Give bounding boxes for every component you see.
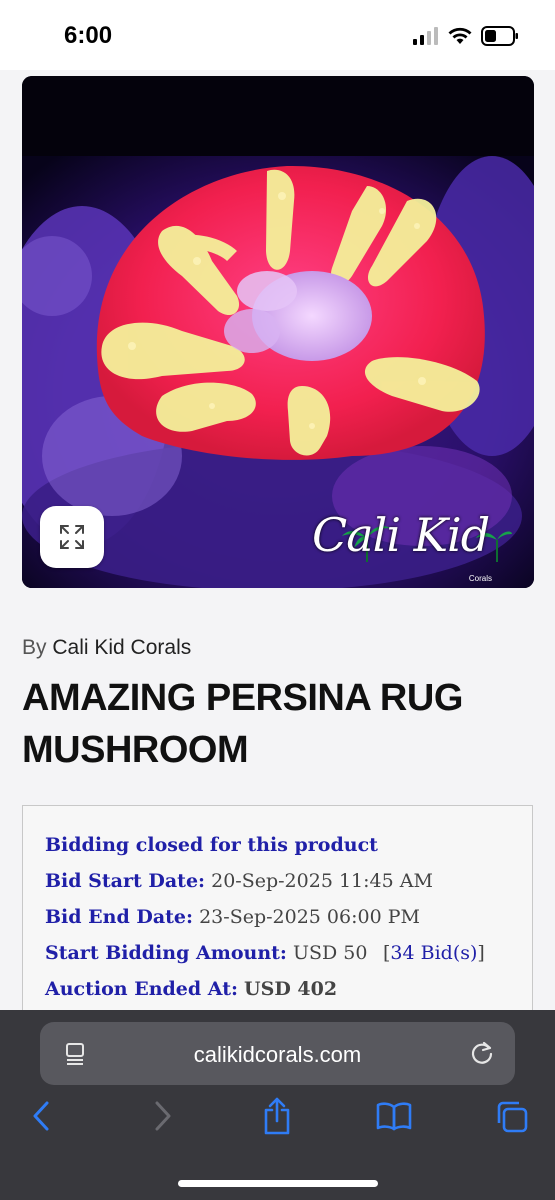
bookmarks-icon[interactable]	[376, 1100, 412, 1132]
watermark-text: Cali Kid	[312, 508, 490, 562]
bid-end-row: Bid End Date: 23-Sep-2025 06:00 PM	[45, 906, 420, 928]
auction-ended-label: Auction Ended At:	[45, 978, 238, 1000]
forward-icon[interactable]	[150, 1100, 174, 1132]
watermark-subtext: Corals	[468, 574, 492, 583]
auction-status: Bidding closed for this product	[45, 834, 378, 856]
start-amount-label: Start Bidding Amount:	[45, 942, 287, 964]
expand-image-button[interactable]	[40, 506, 104, 568]
bid-start-row: Bid Start Date: 20-Sep-2025 11:45 AM	[45, 870, 433, 892]
back-icon[interactable]	[30, 1100, 54, 1132]
share-icon[interactable]	[262, 1096, 292, 1136]
auction-ended-row: Auction Ended At: USD 402	[45, 978, 337, 1000]
start-amount-value: USD 50	[292, 942, 368, 964]
auction-ended-value: USD 402	[244, 978, 338, 1000]
seller-line: By Cali Kid Corals	[22, 636, 191, 660]
bids-count[interactable]: 34 Bid(s)	[390, 942, 477, 964]
expand-icon	[60, 525, 84, 549]
bid-start-value: 20-Sep-2025 11:45 AM	[211, 870, 433, 892]
status-time: 6:00	[64, 22, 113, 49]
cali-kid-watermark: Cali Kid Corals	[312, 508, 522, 588]
status-bar: 6:00	[0, 0, 555, 70]
browser-toolbar: calikidcorals.com	[0, 1010, 555, 1200]
url-text[interactable]: calikidcorals.com	[40, 1042, 515, 1068]
bid-start-label: Bid Start Date:	[45, 870, 206, 892]
seller-name-link[interactable]: Cali Kid Corals	[52, 636, 191, 659]
seller-prefix: By	[22, 636, 47, 659]
address-bar[interactable]: calikidcorals.com	[40, 1022, 515, 1085]
status-icons	[413, 26, 519, 46]
wifi-icon	[448, 27, 472, 44]
reload-icon[interactable]	[469, 1040, 495, 1066]
bid-end-value: 23-Sep-2025 06:00 PM	[199, 906, 420, 928]
battery-icon	[481, 26, 518, 46]
start-amount-row: Start Bidding Amount: USD 50	[45, 942, 367, 964]
bids-count-link[interactable]: [34 Bid(s)]	[383, 942, 485, 964]
product-title: AMAZING PERSINA RUG MUSHROOM	[22, 677, 463, 771]
bidding-closed-text: Bidding closed for this product	[45, 834, 378, 856]
product-image[interactable]: Cali Kid Corals	[22, 76, 534, 588]
cellular-signal-icon	[413, 27, 438, 45]
bid-end-label: Bid End Date:	[45, 906, 194, 928]
tabs-icon[interactable]	[495, 1100, 529, 1134]
home-indicator	[178, 1180, 378, 1187]
